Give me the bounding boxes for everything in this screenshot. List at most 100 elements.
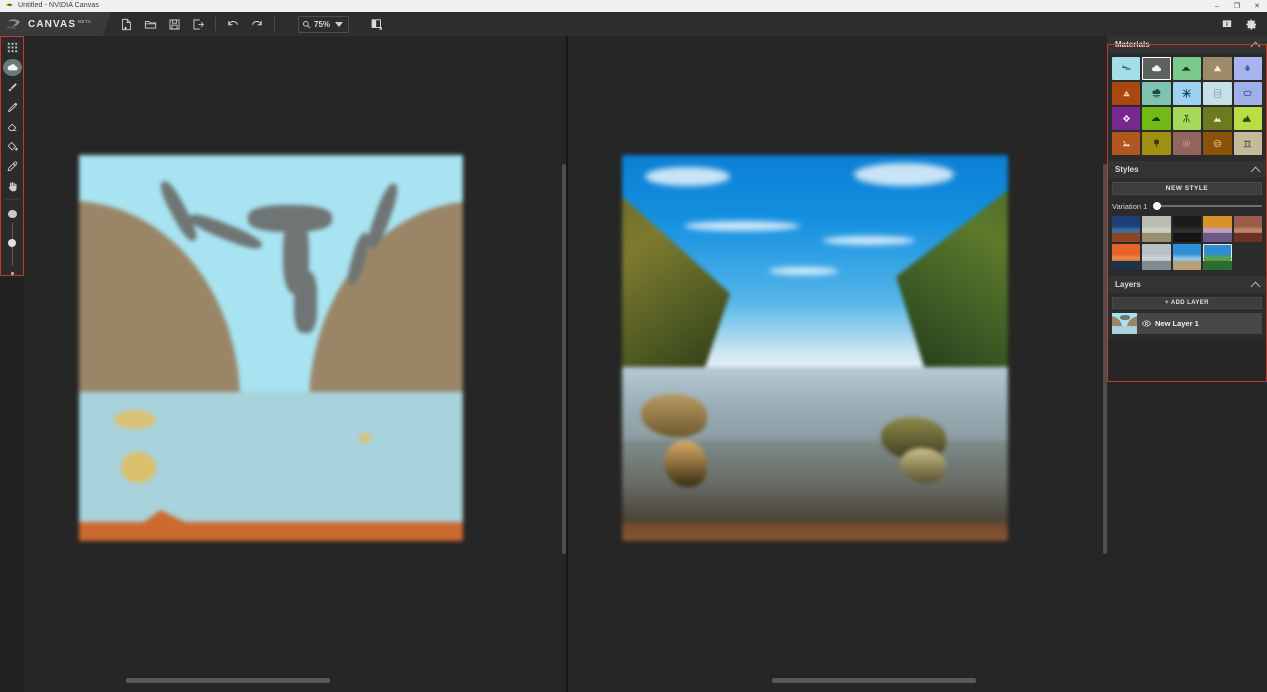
- zoom-control[interactable]: 75%: [298, 15, 350, 33]
- variation-slider[interactable]: [1153, 202, 1262, 210]
- material-sky[interactable]: [1112, 57, 1141, 80]
- canvas-work-area: [24, 36, 1107, 692]
- new-style-button[interactable]: NEW STYLE: [1112, 182, 1262, 195]
- nvidia-eye-icon: [4, 2, 14, 11]
- split-view-button[interactable]: [365, 12, 389, 36]
- chevron-down-icon[interactable]: [335, 21, 344, 27]
- render-cloud-5: [768, 266, 839, 275]
- style-thumb-7[interactable]: [1142, 244, 1171, 270]
- plant-icon: [1180, 112, 1193, 125]
- render-preview-canvas[interactable]: [621, 154, 1009, 542]
- material-snow[interactable]: [1172, 82, 1202, 105]
- material-ruins[interactable]: [1233, 132, 1262, 155]
- brand-name: CANVAS: [28, 18, 77, 30]
- cloud-material-icon[interactable]: [2, 58, 22, 77]
- info-button[interactable]: [1215, 12, 1239, 36]
- material-hill[interactable]: [1203, 107, 1232, 130]
- hand-icon[interactable]: [3, 177, 22, 195]
- window-controls: – ❐ ✕: [1207, 0, 1267, 12]
- material-plant[interactable]: [1172, 107, 1202, 130]
- materials-section-header[interactable]: Materials: [1107, 36, 1267, 53]
- settings-button[interactable]: [1239, 12, 1263, 36]
- river-icon: [1180, 137, 1193, 150]
- open-file-button[interactable]: [138, 12, 162, 36]
- render-cloud-1: [645, 166, 731, 186]
- toolbar-right-group: [1215, 12, 1263, 36]
- style-thumb-foreground: [1203, 233, 1232, 242]
- variation-slider-thumb[interactable]: [1153, 202, 1162, 210]
- chevron-up-icon[interactable]: [1250, 166, 1261, 177]
- styles-body: NEW STYLE Variation 1: [1107, 178, 1267, 276]
- grass-icon: [1150, 112, 1163, 125]
- style-thumb-8[interactable]: [1172, 244, 1202, 270]
- material-fog[interactable]: [1142, 82, 1171, 105]
- material-hills[interactable]: [1233, 107, 1262, 130]
- material-grass[interactable]: [1142, 107, 1171, 130]
- new-file-button[interactable]: [114, 12, 138, 36]
- style-thumb-1[interactable]: [1112, 216, 1141, 242]
- material-mountain[interactable]: [1203, 57, 1232, 80]
- style-thumb-horizon: [1112, 229, 1141, 232]
- style-thumb-horizon: [1172, 257, 1202, 260]
- horizontal-scrollbar-right[interactable]: [772, 678, 976, 683]
- maximize-button[interactable]: ❐: [1227, 0, 1247, 12]
- layers-section-header[interactable]: Layers: [1107, 276, 1267, 293]
- brush-size-slider[interactable]: [8, 223, 16, 267]
- minimize-button[interactable]: –: [1207, 0, 1227, 12]
- style-thumb-2[interactable]: [1142, 216, 1171, 242]
- eraser-icon[interactable]: [3, 118, 22, 136]
- brush-size-thumb[interactable]: [8, 239, 16, 248]
- material-flower[interactable]: [1112, 107, 1141, 130]
- snow-icon: [1180, 87, 1193, 100]
- pencil-icon[interactable]: [3, 98, 22, 116]
- style-thumb-foreground: [1142, 233, 1171, 242]
- style-thumb-foreground: [1172, 233, 1202, 242]
- flower-icon: [1120, 112, 1133, 125]
- materials-grid: [1107, 53, 1267, 161]
- redo-button[interactable]: [245, 12, 269, 36]
- material-sea[interactable]: [1203, 132, 1232, 155]
- history-button-group: [221, 12, 269, 36]
- nvidia-logo-icon: NVIDIA: [6, 17, 22, 31]
- save-file-button[interactable]: [162, 12, 186, 36]
- add-layer-button[interactable]: + ADD LAYER: [1112, 297, 1262, 309]
- material-sand[interactable]: [1112, 132, 1141, 155]
- sky-icon: [1120, 62, 1133, 75]
- export-button[interactable]: [186, 12, 210, 36]
- styles-section-header[interactable]: Styles: [1107, 161, 1267, 178]
- close-button[interactable]: ✕: [1247, 0, 1267, 12]
- chevron-up-icon[interactable]: [1250, 281, 1261, 292]
- paint-bucket-icon[interactable]: [3, 138, 22, 156]
- file-button-group: [114, 12, 210, 36]
- segmentation-pane[interactable]: [24, 36, 566, 692]
- material-cloud[interactable]: [1142, 57, 1171, 80]
- window-title: Untitled - NVIDIA Canvas: [18, 2, 99, 9]
- undo-button[interactable]: [221, 12, 245, 36]
- paintbrush-icon[interactable]: [3, 78, 22, 96]
- material-river[interactable]: [1172, 132, 1202, 155]
- bush-icon: [1180, 62, 1193, 75]
- eye-icon[interactable]: [1137, 318, 1155, 329]
- style-thumb-6[interactable]: [1112, 244, 1141, 270]
- horizontal-scrollbar-left[interactable]: [126, 678, 330, 683]
- material-bush[interactable]: [1172, 57, 1202, 80]
- tool-rail: [0, 36, 24, 276]
- style-thumb-foreground: [1203, 261, 1232, 270]
- material-rock[interactable]: [1233, 82, 1262, 105]
- style-thumb-4[interactable]: [1203, 216, 1232, 242]
- grid-dots-icon[interactable]: [3, 39, 22, 57]
- chevron-up-icon[interactable]: [1250, 41, 1261, 52]
- material-tree[interactable]: [1142, 132, 1171, 155]
- material-dirt[interactable]: [1112, 82, 1141, 105]
- style-thumb-9[interactable]: [1203, 244, 1232, 270]
- segmentation-canvas[interactable]: [78, 154, 464, 542]
- render-pane[interactable]: [567, 36, 1107, 692]
- eyedropper-icon[interactable]: [3, 157, 22, 175]
- style-thumb-5[interactable]: [1233, 216, 1262, 242]
- render-cloud-2: [853, 162, 954, 186]
- material-water[interactable]: [1233, 57, 1262, 80]
- style-thumb-3[interactable]: [1172, 216, 1202, 242]
- zoom-level-value: 75%: [314, 19, 331, 29]
- layer-row[interactable]: New Layer 1: [1112, 313, 1262, 334]
- material-ice[interactable]: [1203, 82, 1232, 105]
